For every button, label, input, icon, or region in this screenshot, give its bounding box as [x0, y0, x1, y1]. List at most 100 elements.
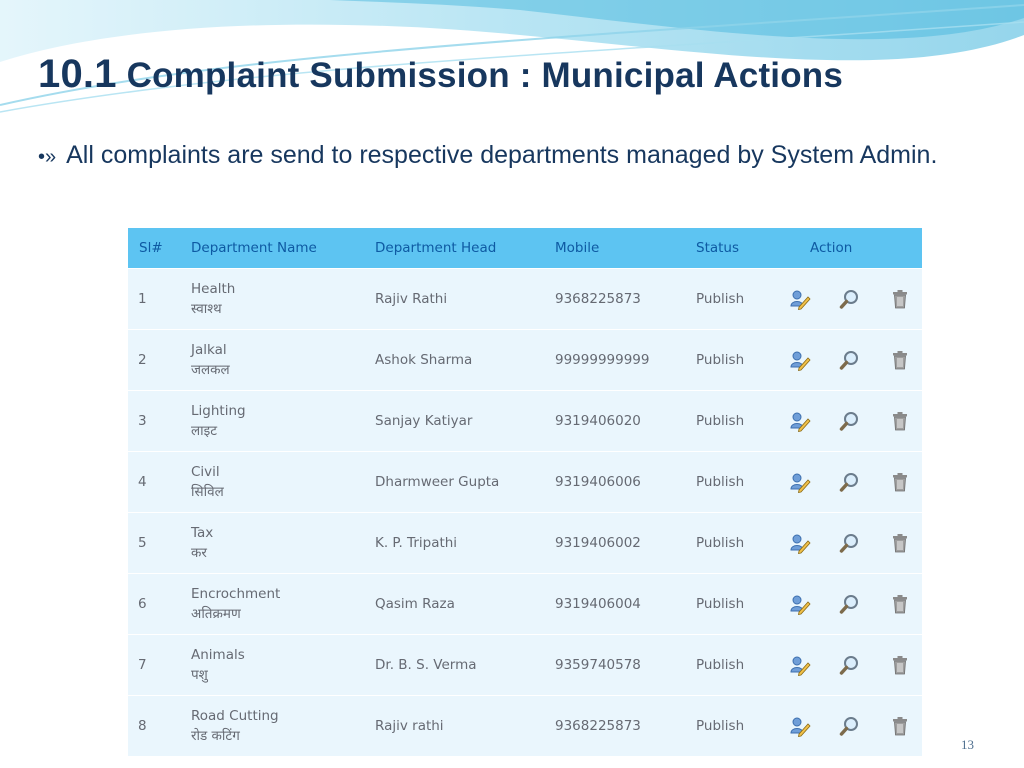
row-department-head: Sanjay Katiyar: [364, 390, 544, 452]
table-row: 7 Animals पशु Dr. B. S. Verma 9359740578…: [128, 634, 922, 696]
row-mobile: 9368225873: [544, 268, 685, 330]
row-actions: [772, 695, 922, 756]
department-name-en: Animals: [191, 647, 245, 663]
view-icon[interactable]: [839, 288, 861, 310]
row-sl: 4: [128, 451, 180, 513]
department-name-en: Tax: [191, 525, 214, 541]
row-department-head: Dharmweer Gupta: [364, 451, 544, 513]
bullet-text: All complaints are send to respective de…: [66, 141, 938, 169]
page-number: 13: [961, 737, 974, 752]
edit-icon[interactable]: [789, 593, 811, 615]
row-department-head: Rajiv Rathi: [364, 268, 544, 330]
row-department-head: Rajiv rathi: [364, 695, 544, 756]
view-icon[interactable]: [839, 593, 861, 615]
row-mobile: 9319406006: [544, 451, 685, 513]
department-name-en: Health: [191, 281, 236, 297]
row-department-name: Jalkal जलकल: [180, 329, 364, 391]
row-status: Publish: [685, 390, 772, 452]
delete-icon[interactable]: [889, 349, 911, 371]
view-icon[interactable]: [839, 349, 861, 371]
table-row: 1 Health स्वाश्थ Rajiv Rathi 9368225873 …: [128, 268, 922, 330]
delete-icon[interactable]: [889, 593, 911, 615]
header-sl: Sl#: [128, 228, 180, 269]
view-icon[interactable]: [839, 715, 861, 737]
view-icon[interactable]: [839, 532, 861, 554]
row-department-name: Tax कर: [180, 512, 364, 574]
edit-icon[interactable]: [789, 410, 811, 432]
row-department-head: Ashok Sharma: [364, 329, 544, 391]
row-sl: 5: [128, 512, 180, 574]
row-status: Publish: [685, 634, 772, 696]
bullet-marker: •»: [38, 146, 57, 168]
row-sl: 1: [128, 268, 180, 330]
row-mobile: 99999999999: [544, 329, 685, 391]
departments-table: Sl# Department Name Department Head Mobi…: [128, 228, 922, 756]
view-icon[interactable]: [839, 654, 861, 676]
row-actions: [772, 329, 922, 391]
row-sl: 8: [128, 695, 180, 756]
header-action: Action: [772, 228, 922, 269]
row-department-head: Dr. B. S. Verma: [364, 634, 544, 696]
edit-icon[interactable]: [789, 349, 811, 371]
row-status: Publish: [685, 329, 772, 391]
row-department-head: Qasim Raza: [364, 573, 544, 635]
header-department-name: Department Name: [180, 228, 364, 269]
table-row: 6 Encrochment अतिक्रमण Qasim Raza 931940…: [128, 573, 922, 635]
slide-title-text: Complaint Submission : Municipal Actions: [126, 56, 844, 95]
delete-icon[interactable]: [889, 471, 911, 493]
row-status: Publish: [685, 573, 772, 635]
table-header-row: Sl# Department Name Department Head Mobi…: [128, 228, 922, 269]
department-name-en: Jalkal: [191, 342, 227, 358]
row-department-name: Civil सिविल: [180, 451, 364, 513]
department-name-en: Lighting: [191, 403, 246, 419]
department-name-hi: पशु: [191, 667, 208, 683]
table-row: 5 Tax कर K. P. Tripathi 9319406002 Publi…: [128, 512, 922, 574]
edit-icon[interactable]: [789, 715, 811, 737]
row-status: Publish: [685, 512, 772, 574]
row-actions: [772, 451, 922, 513]
edit-icon[interactable]: [789, 532, 811, 554]
row-mobile: 9319406004: [544, 573, 685, 635]
department-name-en: Civil: [191, 464, 220, 480]
delete-icon[interactable]: [889, 715, 911, 737]
row-department-head: K. P. Tripathi: [364, 512, 544, 574]
row-actions: [772, 512, 922, 574]
department-name-hi: रोड कटिंग: [191, 728, 240, 744]
row-mobile: 9319406002: [544, 512, 685, 574]
row-sl: 6: [128, 573, 180, 635]
delete-icon[interactable]: [889, 654, 911, 676]
department-name-en: Encrochment: [191, 586, 281, 602]
slide-title: 10.1 Complaint Submission : Municipal Ac…: [38, 52, 843, 97]
department-name-hi: लाइट: [191, 423, 218, 439]
row-actions: [772, 390, 922, 452]
row-actions: [772, 573, 922, 635]
department-name-hi: अतिक्रमण: [191, 606, 241, 622]
view-icon[interactable]: [839, 471, 861, 493]
row-department-name: Road Cutting रोड कटिंग: [180, 695, 364, 756]
row-mobile: 9368225873: [544, 695, 685, 756]
view-icon[interactable]: [839, 410, 861, 432]
row-department-name: Lighting लाइट: [180, 390, 364, 452]
delete-icon[interactable]: [889, 288, 911, 310]
delete-icon[interactable]: [889, 532, 911, 554]
department-name-hi: सिविल: [191, 484, 224, 500]
table-row: 3 Lighting लाइट Sanjay Katiyar 931940602…: [128, 390, 922, 452]
row-mobile: 9319406020: [544, 390, 685, 452]
row-department-name: Animals पशु: [180, 634, 364, 696]
department-name-hi: जलकल: [191, 362, 230, 378]
edit-icon[interactable]: [789, 471, 811, 493]
header-mobile: Mobile: [544, 228, 685, 269]
edit-icon[interactable]: [789, 654, 811, 676]
row-status: Publish: [685, 451, 772, 513]
row-sl: 3: [128, 390, 180, 452]
table-row: 2 Jalkal जलकल Ashok Sharma 99999999999 P…: [128, 329, 922, 391]
slide-title-number: 10.1: [38, 52, 117, 96]
row-status: Publish: [685, 268, 772, 330]
row-mobile: 9359740578: [544, 634, 685, 696]
delete-icon[interactable]: [889, 410, 911, 432]
department-name-hi: कर: [191, 545, 207, 561]
edit-icon[interactable]: [789, 288, 811, 310]
bullet-point: •» All complaints are send to respective …: [38, 133, 988, 179]
table-row: 4 Civil सिविल Dharmweer Gupta 9319406006…: [128, 451, 922, 513]
row-department-name: Encrochment अतिक्रमण: [180, 573, 364, 635]
